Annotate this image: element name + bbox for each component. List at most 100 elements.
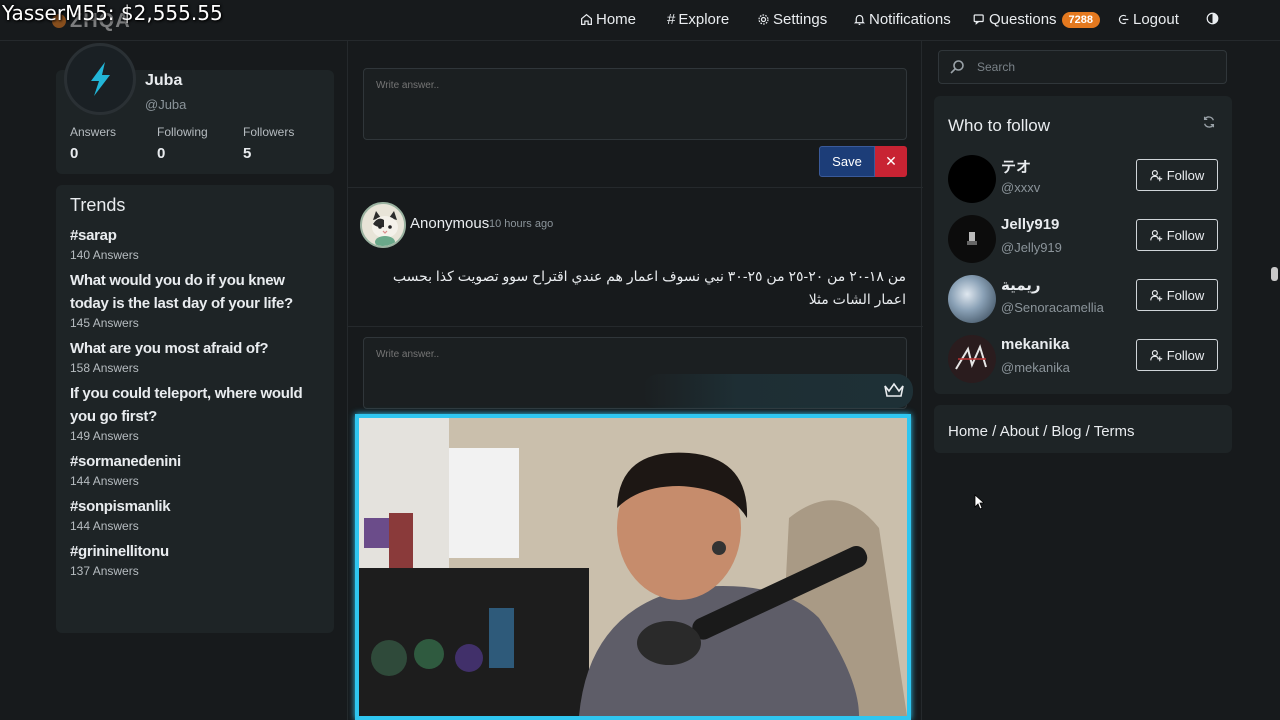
- trend-title[interactable]: #sarap: [70, 224, 320, 247]
- follow-suggestion: mekanika @mekanika Follow: [948, 335, 1218, 385]
- follow-button[interactable]: Follow: [1136, 279, 1218, 311]
- footer-terms-link[interactable]: Terms: [1094, 423, 1135, 440]
- nav-questions-label: Questions: [989, 11, 1057, 28]
- follow-button[interactable]: Follow: [1136, 219, 1218, 251]
- divider: [348, 326, 923, 327]
- user-handle: @Senoracamellia: [1001, 300, 1104, 315]
- silhouette-icon: [967, 232, 977, 245]
- profile-avatar[interactable]: [64, 43, 136, 115]
- post-author[interactable]: Anonymous: [410, 215, 489, 232]
- follow-label: Follow: [1166, 227, 1205, 243]
- trend-item[interactable]: What would you do if you knew today is t…: [70, 269, 320, 330]
- post-timestamp: 10 hours ago: [489, 218, 554, 230]
- nav-home[interactable]: Home: [580, 11, 636, 28]
- user-avatar[interactable]: [948, 275, 996, 323]
- footer-separator: /: [1038, 423, 1052, 440]
- stream-bar: [643, 374, 913, 408]
- trend-item[interactable]: #sonpismanlik 144 Answers: [70, 495, 320, 533]
- stat-label: Following: [157, 125, 208, 139]
- search-icon: [950, 60, 964, 74]
- stat-followers: Followers 5: [243, 125, 294, 162]
- home-icon: [581, 13, 592, 25]
- trend-item[interactable]: What are you most afraid of? 158 Answers: [70, 337, 320, 375]
- trend-title[interactable]: #sormanedenini: [70, 450, 320, 473]
- answer-textarea[interactable]: [363, 68, 907, 140]
- user-plus-icon: [1149, 229, 1162, 241]
- hashtag-icon: #: [667, 11, 676, 28]
- user-handle: @xxxv: [1001, 180, 1041, 195]
- questions-count-badge: 7288: [1061, 11, 1101, 28]
- nav-home-label: Home: [596, 11, 637, 28]
- logout-icon: [1118, 14, 1129, 25]
- footer-blog-link[interactable]: Blog: [1051, 423, 1081, 440]
- theme-toggle[interactable]: [1206, 12, 1219, 25]
- stat-value: 0: [157, 145, 166, 162]
- footer-home-link[interactable]: Home: [948, 423, 988, 440]
- footer-separator: /: [1081, 423, 1094, 440]
- trend-item[interactable]: #sarap 140 Answers: [70, 224, 320, 262]
- trend-title[interactable]: What would you do if you knew today is t…: [70, 269, 320, 315]
- follow-label: Follow: [1166, 347, 1205, 363]
- search-box[interactable]: [938, 50, 1227, 84]
- trends-card: Trends #sarap 140 Answers What would you…: [56, 185, 334, 633]
- chat-icon: [973, 14, 984, 25]
- follow-button[interactable]: Follow: [1136, 159, 1218, 191]
- donation-overlay: YasserM55: $2,555.55: [2, 1, 223, 25]
- refresh-icon[interactable]: [1202, 115, 1216, 129]
- trend-title[interactable]: #grininellitonu: [70, 540, 320, 563]
- user-plus-icon: [1149, 289, 1162, 301]
- nav-notifications[interactable]: Notifications: [853, 11, 951, 28]
- scribble-logo-icon: [955, 344, 987, 370]
- save-button[interactable]: Save: [819, 146, 875, 177]
- user-name[interactable]: ريمية: [1001, 276, 1041, 294]
- user-avatar[interactable]: [948, 215, 996, 263]
- nav-logout[interactable]: Logout: [1117, 11, 1179, 28]
- trend-item[interactable]: #grininellitonu 137 Answers: [70, 540, 320, 578]
- post-avatar[interactable]: [360, 202, 406, 248]
- trend-count: 145 Answers: [70, 316, 139, 330]
- trend-item[interactable]: #sormanedenini 144 Answers: [70, 450, 320, 488]
- follow-suggestion: Jelly919 @Jelly919 Follow: [948, 215, 1218, 265]
- follow-label: Follow: [1166, 287, 1205, 303]
- lightning-logo-icon: [91, 62, 110, 96]
- user-name[interactable]: テオ: [1001, 156, 1031, 177]
- trend-count: 144 Answers: [70, 474, 139, 488]
- divider: [348, 187, 923, 188]
- trend-title[interactable]: #sonpismanlik: [70, 495, 320, 518]
- user-plus-icon: [1149, 349, 1162, 361]
- nav-explore[interactable]: # Explore: [667, 11, 729, 28]
- trend-count: 140 Answers: [70, 248, 139, 262]
- follow-label: Follow: [1166, 167, 1205, 183]
- user-avatar[interactable]: [948, 335, 996, 383]
- stat-value: 0: [70, 145, 79, 162]
- contrast-icon: [1206, 12, 1219, 25]
- trend-title[interactable]: What are you most afraid of?: [70, 337, 320, 360]
- nav-explore-label: Explore: [678, 11, 730, 28]
- profile-handle: @Juba: [145, 97, 187, 112]
- trend-count: 158 Answers: [70, 361, 139, 375]
- profile-name[interactable]: Juba: [145, 72, 182, 90]
- user-name[interactable]: mekanika: [1001, 336, 1069, 353]
- nav-questions[interactable]: Questions 7288: [973, 11, 1101, 28]
- nav-logout-label: Logout: [1133, 11, 1179, 28]
- follow-suggestion: ريمية @Senoracamellia Follow: [948, 275, 1218, 325]
- who-to-follow-title: Who to follow: [948, 116, 1051, 135]
- crown-icon[interactable]: [883, 381, 905, 399]
- nav-settings[interactable]: Settings: [757, 11, 827, 28]
- page-scrollbar[interactable]: [1271, 267, 1278, 281]
- webcam-image: [359, 418, 907, 716]
- footer-about-link[interactable]: About: [1000, 423, 1039, 440]
- trend-title[interactable]: If you could teleport, where would you g…: [70, 382, 320, 428]
- search-input[interactable]: [977, 60, 1197, 74]
- trend-item[interactable]: If you could teleport, where would you g…: [70, 382, 320, 443]
- follow-button[interactable]: Follow: [1136, 339, 1218, 371]
- gear-icon: [758, 14, 769, 25]
- follow-suggestion: テオ @xxxv Follow: [948, 155, 1218, 205]
- user-name[interactable]: Jelly919: [1001, 216, 1059, 233]
- user-avatar[interactable]: [948, 155, 996, 203]
- bell-icon: [853, 14, 866, 25]
- footer-separator: /: [988, 423, 1000, 440]
- close-button[interactable]: ✕: [875, 146, 907, 177]
- trends-title: Trends: [70, 195, 126, 215]
- stat-label: Answers: [70, 125, 117, 139]
